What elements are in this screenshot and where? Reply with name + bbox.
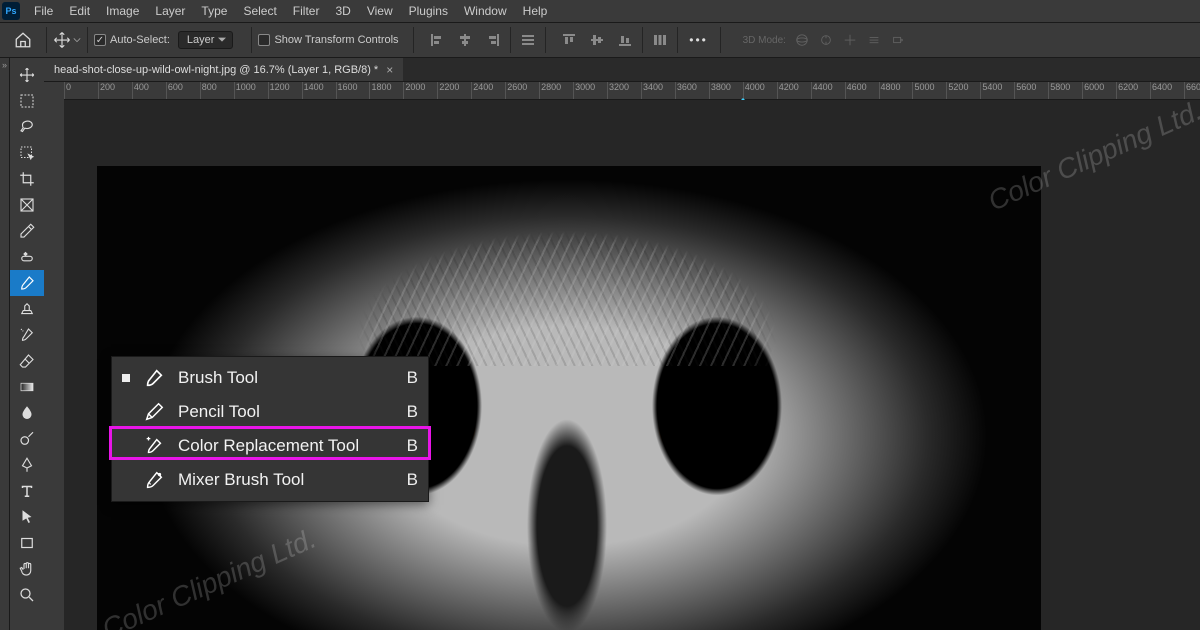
menu-view[interactable]: View: [359, 4, 401, 18]
flyout-item-brush[interactable]: Brush Tool B: [112, 361, 428, 395]
menu-filter[interactable]: Filter: [285, 4, 328, 18]
brush-tool-flyout: Brush ToolBPencil ToolBColor Replacement…: [111, 356, 429, 502]
3d-mode-label: 3D Mode:: [743, 35, 786, 46]
app-icon: Ps: [2, 2, 20, 20]
tool-pen[interactable]: [10, 452, 44, 478]
auto-select-target[interactable]: Layer: [178, 31, 234, 49]
3d-slide-icon[interactable]: [866, 32, 882, 48]
separator: [510, 27, 511, 53]
align-center-h-icon[interactable]: [454, 29, 476, 51]
separator: [87, 27, 88, 53]
workspace: » head-shot-close-up-wild-owl-night.jpg …: [0, 58, 1200, 630]
3d-roll-icon[interactable]: [818, 32, 834, 48]
active-dot-icon: [122, 374, 130, 382]
tool-hand[interactable]: [10, 556, 44, 582]
tool-crop[interactable]: [10, 166, 44, 192]
tool-brush[interactable]: [10, 270, 44, 296]
separator: [720, 27, 721, 53]
tool-zoom[interactable]: [10, 582, 44, 608]
3d-orbit-icon[interactable]: [794, 32, 810, 48]
tool-gradient[interactable]: [10, 374, 44, 400]
tool-eyedropper[interactable]: [10, 218, 44, 244]
flyout-item-color-replace[interactable]: Color Replacement Tool B: [112, 429, 428, 463]
tools-panel: [10, 58, 44, 630]
3d-zoom-icon[interactable]: [890, 32, 906, 48]
tool-dodge[interactable]: [10, 426, 44, 452]
menu-layer[interactable]: Layer: [147, 4, 193, 18]
flyout-item-shortcut: B: [407, 402, 418, 422]
flyout-item-label: Pencil Tool: [178, 402, 395, 422]
flyout-item-shortcut: B: [407, 470, 418, 490]
menu-bar: Ps File Edit Image Layer Type Select Fil…: [0, 0, 1200, 22]
tool-eraser[interactable]: [10, 348, 44, 374]
tool-spot-heal[interactable]: [10, 244, 44, 270]
close-tab-icon[interactable]: ×: [386, 63, 393, 77]
document-tab[interactable]: head-shot-close-up-wild-owl-night.jpg @ …: [44, 58, 403, 81]
separator: [545, 27, 546, 53]
flyout-item-mixer-brush[interactable]: Mixer Brush Tool B: [112, 463, 428, 497]
menu-help[interactable]: Help: [515, 4, 556, 18]
flyout-item-label: Mixer Brush Tool: [178, 470, 395, 490]
tool-path-select[interactable]: [10, 504, 44, 530]
separator: [413, 27, 414, 53]
show-transform-label: Show Transform Controls: [274, 34, 398, 46]
align-top-icon[interactable]: [558, 29, 580, 51]
document-tab-title: head-shot-close-up-wild-owl-night.jpg @ …: [54, 64, 378, 76]
menu-file[interactable]: File: [26, 4, 61, 18]
menu-edit[interactable]: Edit: [61, 4, 98, 18]
panel-expand-button[interactable]: »: [0, 58, 10, 630]
auto-select-checkbox[interactable]: [94, 34, 106, 46]
align-center-v-icon[interactable]: [586, 29, 608, 51]
menu-select[interactable]: Select: [235, 4, 284, 18]
separator: [251, 27, 252, 53]
more-options-button[interactable]: •••: [684, 33, 714, 47]
home-button[interactable]: [6, 26, 40, 54]
align-group-horizontal: [426, 29, 504, 51]
align-group-vertical: [558, 29, 636, 51]
flyout-item-shortcut: B: [407, 368, 418, 388]
menu-type[interactable]: Type: [193, 4, 235, 18]
tool-rect-marquee[interactable]: [10, 88, 44, 114]
menu-plugins[interactable]: Plugins: [401, 4, 456, 18]
flyout-item-label: Brush Tool: [178, 368, 395, 388]
pencil-icon: [142, 400, 166, 424]
color-replace-icon: [142, 434, 166, 458]
document-area: head-shot-close-up-wild-owl-night.jpg @ …: [44, 58, 1200, 630]
menu-image[interactable]: Image: [98, 4, 147, 18]
align-right-icon[interactable]: [482, 29, 504, 51]
flyout-item-label: Color Replacement Tool: [178, 436, 395, 456]
distribute-spacing-icon[interactable]: [649, 29, 671, 51]
separator: [46, 27, 47, 53]
options-bar: Auto-Select: Layer Show Transform Contro…: [0, 22, 1200, 58]
auto-select-label: Auto-Select:: [110, 34, 170, 46]
distribute-icon[interactable]: [517, 29, 539, 51]
3d-pan-icon[interactable]: [842, 32, 858, 48]
tool-clone-stamp[interactable]: [10, 296, 44, 322]
tool-frame[interactable]: [10, 192, 44, 218]
tool-move[interactable]: [10, 62, 44, 88]
move-tool-icon[interactable]: [53, 26, 81, 54]
tool-type[interactable]: [10, 478, 44, 504]
separator: [642, 27, 643, 53]
mixer-brush-icon: [142, 468, 166, 492]
flyout-item-pencil[interactable]: Pencil Tool B: [112, 395, 428, 429]
menu-3d[interactable]: 3D: [327, 4, 358, 18]
tool-history-brush[interactable]: [10, 322, 44, 348]
ruler-horizontal[interactable]: 0200400600800100012001400160018002000220…: [64, 82, 1200, 100]
tool-blur[interactable]: [10, 400, 44, 426]
tool-rectangle[interactable]: [10, 530, 44, 556]
3d-mode-icons: [794, 32, 906, 48]
align-bottom-icon[interactable]: [614, 29, 636, 51]
show-transform-checkbox[interactable]: [258, 34, 270, 46]
separator: [677, 27, 678, 53]
brush-icon: [142, 366, 166, 390]
menu-window[interactable]: Window: [456, 4, 515, 18]
document-tab-bar: head-shot-close-up-wild-owl-night.jpg @ …: [44, 58, 1200, 82]
flyout-item-shortcut: B: [407, 436, 418, 456]
tool-object-selection[interactable]: [10, 140, 44, 166]
tool-lasso[interactable]: [10, 114, 44, 140]
align-left-icon[interactable]: [426, 29, 448, 51]
ruler-vertical[interactable]: [44, 82, 64, 630]
